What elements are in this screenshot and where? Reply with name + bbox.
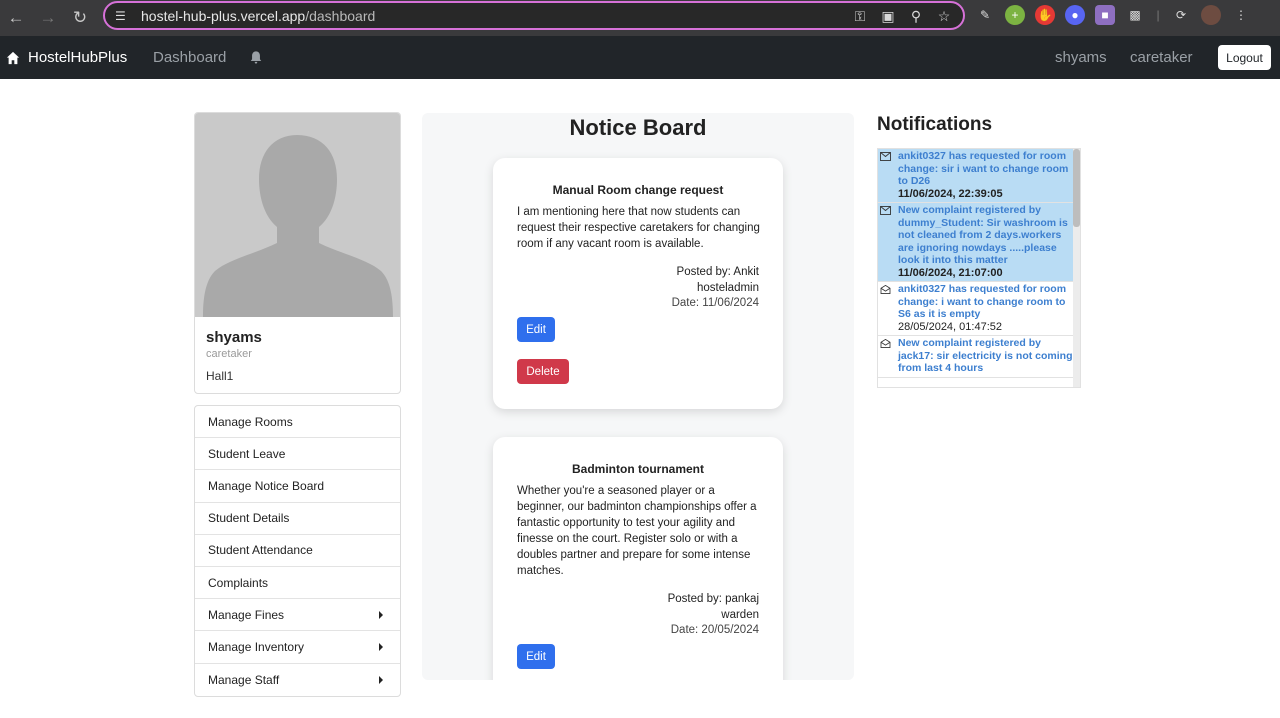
app-navbar: HostelHubPlus Dashboard shyams caretaker… — [0, 36, 1280, 79]
scrollbar-thumb[interactable] — [1073, 149, 1080, 227]
nav-role[interactable]: caretaker — [1130, 49, 1193, 66]
avatar — [195, 113, 400, 317]
sidebar-item-complaints[interactable]: Complaints — [195, 567, 400, 600]
notice-posted-by: Posted by: pankaj — [667, 593, 759, 605]
bot-extension-icon[interactable]: ● — [1065, 5, 1085, 25]
green-extension-icon[interactable]: + — [1005, 5, 1025, 25]
envelope-open-icon — [880, 285, 891, 294]
profile-card: shyams caretaker Hall1 — [194, 112, 401, 394]
bell-icon[interactable] — [249, 50, 263, 65]
notification-item[interactable]: ankit0327 has requested for room change:… — [878, 149, 1080, 203]
profile-avatar-icon[interactable] — [1201, 5, 1221, 25]
delete-notice-button[interactable]: Delete — [517, 359, 569, 384]
install-app-icon[interactable]: ▣ — [879, 7, 897, 25]
brand-name: HostelHubPlus — [28, 49, 128, 66]
sidebar-item-manage-staff[interactable]: Manage Staff — [195, 664, 400, 696]
notice-title: Manual Room change request — [552, 183, 724, 197]
eyedropper-extension-icon[interactable]: ✎ — [975, 5, 995, 25]
password-key-icon[interactable]: ⚿ — [851, 7, 869, 25]
notice-card: Badminton tournament Whether you're a se… — [493, 437, 783, 680]
browser-menu-icon[interactable]: ⋮ — [1231, 5, 1251, 25]
notification-text: ankit0327 has requested for room change:… — [898, 150, 1069, 187]
browser-toolbar: ← → ↻ ☰ hostel-hub-plus.vercel.app/dashb… — [0, 0, 1280, 36]
toolbar-divider: | — [1156, 8, 1160, 22]
envelope-open-icon — [880, 339, 891, 348]
reload-icon[interactable]: ↻ — [64, 2, 96, 34]
url-text[interactable]: hostel-hub-plus.vercel.app/dashboard — [141, 8, 375, 24]
notification-text: ankit0327 has requested for room change:… — [898, 283, 1067, 320]
notice-posted-role: hosteladmin — [696, 282, 759, 294]
notice-date: Date: 20/05/2024 — [670, 624, 759, 636]
notice-body: I am mentioning here that now students c… — [517, 206, 760, 250]
notice-body: Whether you're a seasoned player or a be… — [517, 485, 757, 577]
notification-time: 28/05/2024, 01:47:52 — [898, 320, 1002, 333]
forward-arrow-icon[interactable]: → — [32, 2, 64, 34]
sidebar-item-student-details[interactable]: Student Details — [195, 503, 400, 535]
address-bar[interactable]: ☰ hostel-hub-plus.vercel.app/dashboard ⚿… — [103, 1, 965, 30]
brand-link[interactable]: HostelHubPlus — [6, 49, 127, 66]
purple-extension-icon[interactable]: ■ — [1095, 5, 1115, 25]
sidebar-item-manage-fines[interactable]: Manage Fines — [195, 599, 400, 632]
back-arrow-icon[interactable]: ← — [0, 2, 32, 34]
sidebar-item-student-attendance[interactable]: Student Attendance — [195, 535, 400, 567]
bookmark-star-icon[interactable]: ☆ — [935, 7, 953, 25]
notification-text: New complaint registered by dummy_Studen… — [898, 204, 1068, 266]
envelope-icon — [880, 206, 891, 215]
notifications-list[interactable]: ankit0327 has requested for room change:… — [877, 148, 1081, 388]
notification-item[interactable]: ankit0327 has requested for room change:… — [878, 282, 1080, 336]
nav-dashboard-link[interactable]: Dashboard — [153, 49, 226, 66]
caret-right-icon — [379, 611, 383, 620]
nav-username[interactable]: shyams — [1055, 49, 1107, 66]
notice-card: Manual Room change request I am mentioni… — [493, 158, 783, 409]
zoom-icon[interactable]: ⚲ — [907, 7, 925, 25]
sidebar-item-student-leave[interactable]: Student Leave — [195, 438, 400, 471]
notice-board-panel: Notice Board Manual Room change request … — [422, 113, 854, 680]
sidebar-item-manage-notice-board[interactable]: Manage Notice Board — [195, 470, 400, 503]
notifications-title: Notifications — [877, 114, 993, 135]
notification-item[interactable]: New complaint registered by dummy_Studen… — [878, 203, 1080, 282]
sidebar-menu: Manage Rooms Student Leave Manage Notice… — [194, 405, 401, 697]
envelope-icon — [880, 152, 891, 161]
edit-notice-button[interactable]: Edit — [517, 644, 555, 669]
caret-right-icon — [379, 643, 383, 652]
profile-hall: Hall1 — [206, 369, 234, 383]
notice-board-title: Notice Board — [569, 115, 707, 140]
logout-button[interactable]: Logout — [1218, 45, 1271, 70]
home-icon — [6, 51, 20, 64]
notice-posted-role: warden — [721, 609, 759, 621]
notifications-scrollbar[interactable] — [1073, 149, 1080, 387]
profile-name: shyams — [206, 329, 262, 346]
caret-right-icon — [379, 675, 383, 684]
notice-title: Badminton tournament — [572, 462, 704, 476]
notification-time: 11/06/2024, 21:07:00 — [898, 266, 1003, 279]
sidebar-item-manage-inventory[interactable]: Manage Inventory — [195, 631, 400, 664]
notification-text: New complaint registered by jack17: sir … — [898, 337, 1073, 374]
profile-role: caretaker — [206, 348, 252, 360]
extensions-puzzle-icon[interactable]: ▩ — [1125, 5, 1145, 25]
site-settings-icon[interactable]: ☰ — [115, 9, 129, 23]
notification-time: 11/06/2024, 22:39:05 — [898, 187, 1003, 200]
sidebar-item-manage-rooms[interactable]: Manage Rooms — [195, 406, 400, 439]
sync-icon[interactable]: ⟳ — [1171, 5, 1191, 25]
notice-date: Date: 11/06/2024 — [671, 297, 759, 309]
red-extension-icon[interactable]: ✋ — [1035, 5, 1055, 25]
edit-notice-button[interactable]: Edit — [517, 317, 555, 342]
person-silhouette-icon — [203, 135, 393, 317]
notice-posted-by: Posted by: Ankit — [676, 266, 759, 278]
notification-item[interactable]: New complaint registered by jack17: sir … — [878, 336, 1080, 378]
